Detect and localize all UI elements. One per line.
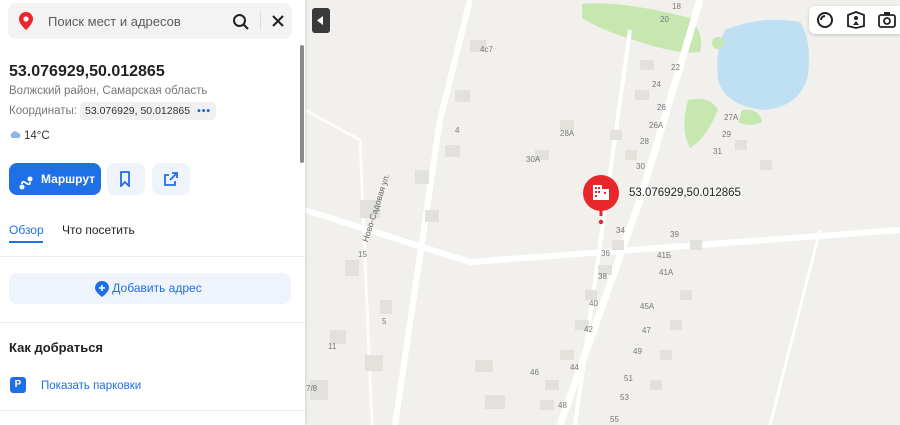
house-number: 41А	[659, 268, 674, 277]
map-pin-icon	[19, 12, 33, 35]
house-number: 30	[636, 162, 645, 171]
divider	[0, 410, 305, 411]
house-number: 55	[610, 415, 619, 424]
chevron-left-icon	[317, 16, 323, 25]
marker-coordinates-label: 53.076929,50.012865	[629, 187, 741, 199]
house-number: 5	[382, 317, 387, 326]
add-location-icon	[95, 281, 109, 297]
side-panel: Поиск мест и адресов 53.076929,50.012865…	[0, 0, 305, 425]
share-button[interactable]	[152, 163, 190, 195]
house-number: 46	[530, 368, 539, 377]
search-input[interactable]: Поиск мест и адресов	[48, 14, 181, 29]
add-address-button[interactable]: Добавить адрес	[9, 273, 291, 304]
coordinates-chip[interactable]: 53.076929, 50.012865 •••	[80, 102, 217, 120]
add-address-label: Добавить адрес	[112, 281, 202, 295]
cloud-icon	[9, 130, 21, 142]
collapse-panel-button[interactable]	[312, 8, 330, 33]
tab-active-indicator	[9, 241, 43, 243]
parking-icon: P	[10, 377, 26, 393]
house-number: 30А	[526, 155, 541, 164]
route-label: Маршрут	[41, 172, 96, 186]
map-controls	[809, 6, 900, 34]
divider	[0, 256, 305, 257]
house-number: 29	[722, 130, 731, 139]
house-number: 4	[455, 126, 460, 135]
house-number: 39	[670, 230, 679, 239]
house-number: 36	[601, 249, 610, 258]
place-title: 53.076929,50.012865	[9, 63, 165, 80]
coordinates-label: Координаты:	[9, 105, 77, 117]
route-icon	[18, 171, 34, 203]
house-number: 53	[620, 393, 629, 402]
house-number: 44	[570, 363, 579, 372]
house-number: 26	[657, 103, 666, 112]
house-number: 45А	[640, 302, 655, 311]
house-number: 18	[672, 2, 681, 11]
coordinates-value: 53.076929, 50.012865	[85, 105, 191, 117]
house-number: 31	[713, 147, 722, 156]
house-number: 15	[358, 250, 367, 259]
house-number: 40	[589, 299, 598, 308]
show-parking-link[interactable]: Показать парковки	[41, 380, 141, 392]
tab-overview[interactable]: Обзор	[9, 223, 44, 237]
bookmark-button[interactable]	[107, 163, 145, 195]
house-number: 7/8	[306, 384, 318, 393]
tab-what-to-visit[interactable]: Что посетить	[62, 223, 135, 237]
search-bar[interactable]: Поиск мест и адресов	[8, 3, 292, 39]
house-number: 38	[598, 272, 607, 281]
house-number: 49	[633, 347, 642, 356]
pond-area	[717, 19, 809, 110]
more-icon[interactable]: •••	[197, 102, 211, 120]
house-number: 41Б	[657, 251, 672, 260]
panorama-icon[interactable]	[846, 11, 866, 34]
house-number: 20	[660, 15, 669, 24]
house-number: 47	[642, 326, 651, 335]
house-number: 11	[328, 342, 337, 351]
temperature: 14°C	[24, 130, 50, 143]
divider	[0, 322, 305, 323]
house-number: 28	[640, 137, 649, 146]
search-icon[interactable]	[232, 13, 250, 36]
house-number: 28А	[560, 129, 575, 138]
house-number: 27А	[724, 113, 739, 122]
place-region: Волжский район, Самарская область	[9, 85, 208, 97]
location-marker[interactable]	[582, 174, 620, 231]
house-number: 42	[584, 325, 593, 334]
bookmark-icon	[120, 171, 130, 187]
house-number: 24	[652, 80, 661, 89]
camera-icon[interactable]	[877, 11, 897, 34]
layers-icon[interactable]	[816, 11, 834, 34]
close-icon[interactable]	[271, 14, 285, 33]
panel-scrollbar[interactable]	[300, 45, 304, 163]
house-number: 48	[558, 401, 567, 410]
house-number: 4с7	[480, 45, 493, 54]
route-button[interactable]: Маршрут	[9, 163, 101, 195]
share-icon	[164, 172, 178, 186]
house-number: 51	[624, 374, 633, 383]
weather: 14°C	[9, 130, 50, 142]
house-number: 22	[671, 63, 680, 72]
search-divider	[260, 12, 261, 30]
house-number: 26А	[649, 121, 664, 130]
directions-title: Как добраться	[9, 340, 104, 355]
